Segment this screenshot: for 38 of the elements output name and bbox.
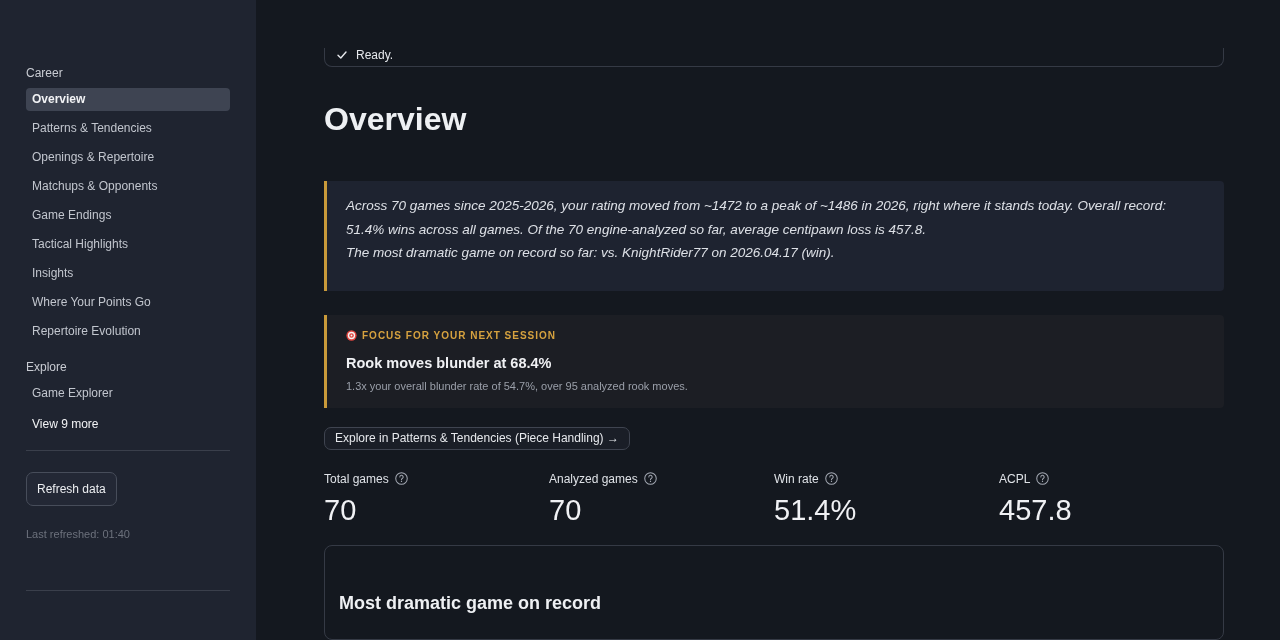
focus-label: FOCUS FOR YOUR NEXT SESSION	[362, 330, 557, 341]
nav-item[interactable]: Overview	[26, 88, 230, 111]
view-more-link[interactable]: View 9 more	[26, 413, 105, 436]
card-title: Most dramatic game on record	[339, 591, 603, 614]
refresh-button[interactable]: Refresh data	[26, 472, 117, 506]
help-icon[interactable]	[394, 472, 408, 486]
nav-item[interactable]: Insights	[26, 262, 230, 285]
nav-item[interactable]: Openings & Repertoire	[26, 146, 230, 169]
focus-title: Rook moves blunder at 68.4%	[346, 353, 553, 373]
section-heading: Explore	[26, 359, 67, 375]
metric-label: Win rate	[774, 471, 819, 486]
metric-value: 457.8	[999, 492, 1073, 528]
metric-value: 70	[324, 492, 358, 528]
nav-item[interactable]: Patterns & Tendencies	[26, 117, 230, 140]
explore-button[interactable]: Explore in Patterns & Tendencies (Piece Handling) →	[324, 426, 630, 450]
target-icon	[346, 330, 357, 341]
section-heading: Career	[26, 65, 63, 81]
help-icon[interactable]	[824, 472, 838, 486]
nav-item[interactable]: Where Your Points Go	[26, 291, 230, 314]
summary-paragraph: The most dramatic game on record so far: vs. KnightRider77 on 2026.04.17 (win).	[346, 244, 836, 262]
help-icon[interactable]	[1036, 472, 1050, 486]
metric-value: 70	[549, 492, 583, 528]
nav-item[interactable]: Matchups & Opponents	[26, 175, 230, 198]
nav-item[interactable]: Tactical Highlights	[26, 233, 230, 256]
metric-label: Total games	[324, 471, 389, 486]
last-refreshed-text: Last refreshed: 01:40	[26, 527, 130, 541]
summary-paragraph: Across 70 games since 2025-2026, your rating moved from ~1472 to a peak of ~1486 in 2026, right where it stands today. Overall record: 51.4% wins across all games. Of the 70 engine-analyzed so far, average centipawn loss is 457.8.	[346, 197, 1167, 239]
check-icon	[337, 50, 347, 60]
status-text: Ready.	[356, 48, 394, 62]
metric-label: Analyzed games	[549, 471, 638, 486]
help-icon[interactable]	[643, 472, 657, 486]
nav-item[interactable]: Game Endings	[26, 204, 230, 227]
nav-item[interactable]: Game Explorer	[26, 382, 230, 405]
metric-value: 51.4%	[774, 492, 858, 528]
focus-detail: 1.3x your overall blunder rate of 54.7%, over 95 analyzed rook moves.	[346, 378, 689, 393]
metric-label: ACPL	[999, 471, 1031, 486]
page-title: Overview	[324, 100, 467, 138]
nav-item[interactable]: Repertoire Evolution	[26, 320, 230, 343]
